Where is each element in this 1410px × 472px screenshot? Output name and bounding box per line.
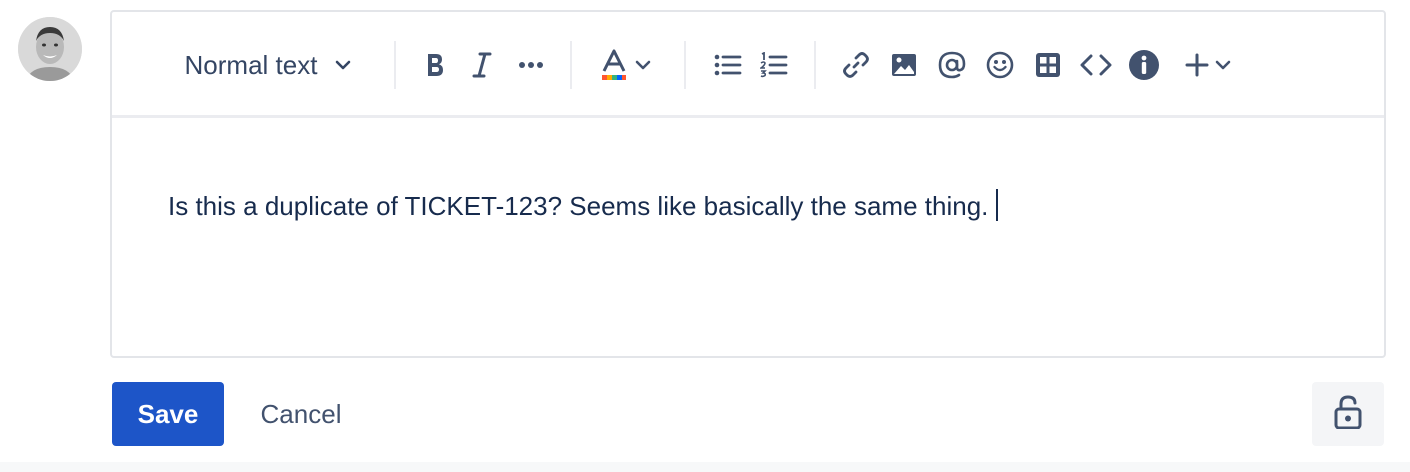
more-formatting-button[interactable] (512, 45, 550, 85)
editor-content[interactable]: Is this a duplicate of TICKET-123? Seems… (168, 186, 999, 226)
footer-divider (0, 462, 1410, 472)
text-style-dropdown[interactable]: Normal text (170, 45, 366, 85)
table-button[interactable] (1030, 45, 1066, 85)
italic-button[interactable] (464, 45, 500, 85)
emoji-button[interactable] (982, 45, 1018, 85)
code-button[interactable] (1076, 45, 1116, 85)
bold-icon (424, 52, 446, 78)
mention-icon (938, 51, 966, 79)
toolbar-divider (684, 41, 686, 89)
table-icon (1035, 52, 1061, 78)
italic-icon (472, 52, 492, 78)
unlock-icon (1333, 394, 1363, 434)
link-button[interactable] (838, 45, 874, 85)
user-avatar-icon (18, 17, 82, 81)
image-button[interactable] (886, 45, 922, 85)
text-style-label: Normal text (184, 50, 318, 80)
avatar (18, 17, 82, 81)
save-button[interactable]: Save (112, 382, 224, 446)
bullet-list-icon (714, 53, 742, 77)
bold-button[interactable] (416, 45, 454, 85)
link-icon (842, 51, 870, 79)
info-panel-button[interactable] (1126, 45, 1162, 85)
insert-menu-button[interactable] (1178, 45, 1238, 85)
text-color-icon (601, 49, 627, 81)
more-icon (518, 61, 544, 69)
numbered-list-icon (760, 52, 788, 78)
text-color-button[interactable] (594, 45, 658, 85)
cancel-button[interactable]: Cancel (240, 382, 362, 446)
chevron-down-icon (635, 59, 651, 71)
chevron-down-icon (335, 59, 351, 71)
toolbar-divider (394, 41, 396, 89)
bullet-list-button[interactable] (710, 45, 746, 85)
restrictions-button[interactable] (1312, 382, 1384, 446)
toolbar-divider (570, 41, 572, 89)
chevron-down-icon (1215, 59, 1231, 71)
mention-button[interactable] (934, 45, 970, 85)
emoji-icon (986, 51, 1014, 79)
toolbar-divider (814, 41, 816, 89)
comment-editor[interactable]: Normal text Is this a duplicate of TICKE… (110, 10, 1386, 358)
editor-toolbar: Normal text (112, 12, 1384, 118)
comment-text: Is this a duplicate of TICKET-123? Seems… (168, 191, 989, 221)
image-icon (891, 53, 917, 77)
plus-icon (1185, 53, 1209, 77)
numbered-list-button[interactable] (756, 45, 792, 85)
code-icon (1080, 53, 1112, 77)
text-caret (996, 189, 999, 221)
info-icon (1128, 49, 1160, 81)
